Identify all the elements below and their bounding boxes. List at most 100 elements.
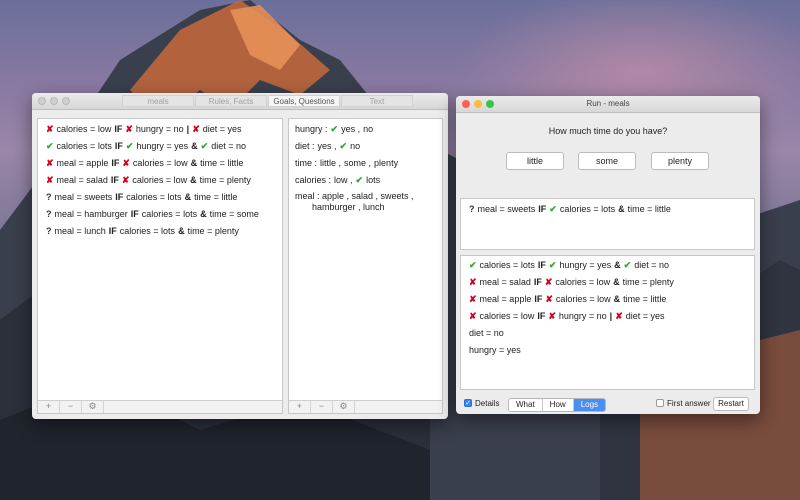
rule-term: diet : <box>295 141 315 151</box>
rule-keyword: & <box>184 192 192 202</box>
fact-row[interactable]: diet : yes , ✔ no <box>289 138 442 155</box>
rule-term: calories = low <box>56 124 112 134</box>
checkmark-icon: ✔ <box>355 175 364 185</box>
log-pane[interactable]: ✔ calories = lots IF ✔ hungry = yes & ✔ diet = … <box>460 255 755 390</box>
segment-what[interactable]: What <box>509 399 543 411</box>
add-rule-button[interactable]: + <box>38 401 60 413</box>
run-window-title: Run - meals <box>586 99 630 108</box>
log-row[interactable]: ✘ meal = apple IF ✘ calories = low & time = li… <box>461 291 754 308</box>
rule-term: time = plenty <box>622 277 674 287</box>
fact-meal-line2: hamburger , lunch <box>312 202 385 212</box>
rule-keyword: & <box>190 175 197 185</box>
remove-fact-button[interactable]: − <box>311 401 333 413</box>
details-label: Details <box>475 399 500 408</box>
details-checkbox[interactable]: ✓ <box>464 399 472 407</box>
question-icon: ? <box>46 226 52 236</box>
log-row[interactable]: ✘ calories = low IF ✘ hungry = no | ✘ diet = ye… <box>461 308 754 325</box>
rule-term: meal = hamburger <box>54 209 128 219</box>
rule-keyword: & <box>190 158 198 168</box>
first-answer-checkbox[interactable] <box>656 399 664 407</box>
rule-term: hungry : <box>295 124 328 134</box>
rule-term: time = plenty <box>187 226 239 236</box>
checkmark-icon: ✔ <box>469 260 477 270</box>
rule-keyword: IF <box>537 311 546 321</box>
facts-pane[interactable]: hungry : ✔ yes , no diet : yes , ✔ no time : litt… <box>288 118 443 414</box>
cross-icon: ✘ <box>469 277 477 287</box>
answer-some-button[interactable]: some <box>578 152 636 170</box>
log-list: ✔ calories = lots IF ✔ hungry = yes & ✔ diet = … <box>461 256 754 359</box>
rule-row[interactable]: ✘ meal = apple IF ✘ calories = low & time = li… <box>38 155 282 172</box>
rule-term: hungry = no <box>135 124 184 134</box>
fact-meal-line1: meal : apple , salad , sweets , <box>295 191 414 201</box>
main-titlebar: meals Rules, Facts Goals, Questions Text <box>32 93 448 110</box>
answer-plenty-button[interactable]: plenty <box>651 152 709 170</box>
rule-term: calories = lots <box>479 260 535 270</box>
rule-settings-gear-icon[interactable]: ⚙ <box>82 401 104 413</box>
rule-keyword: IF <box>538 204 547 214</box>
checkmark-icon: ✔ <box>339 141 348 151</box>
current-rule-row[interactable]: ? meal = sweets IF ✔ calories = lots & time = … <box>461 201 754 218</box>
question-icon: ? <box>46 192 52 202</box>
rule-term: diet = no <box>634 260 669 270</box>
fact-settings-gear-icon[interactable]: ⚙ <box>333 401 355 413</box>
facts-list: hungry : ✔ yes , no diet : yes , ✔ no time : litt… <box>289 119 442 189</box>
rule-row[interactable]: ✘ calories = low IF ✘ hungry = no | ✘ diet = ye… <box>38 121 282 138</box>
log-row[interactable]: ✔ calories = lots IF ✔ hungry = yes & ✔ diet = … <box>461 257 754 274</box>
question-icon: ? <box>469 204 475 214</box>
log-row[interactable]: diet = no <box>461 325 754 342</box>
rule-term: time = little <box>194 192 238 202</box>
cross-icon: ✘ <box>192 124 200 134</box>
rules-pane[interactable]: ✘ calories = low IF ✘ hungry = no | ✘ diet = ye… <box>37 118 283 414</box>
rule-term: calories = low <box>479 311 535 321</box>
rule-keyword: IF <box>108 226 117 236</box>
remove-rule-button[interactable]: − <box>60 401 82 413</box>
rule-term: meal = apple <box>56 158 109 168</box>
current-rule-pane[interactable]: ? meal = sweets IF ✔ calories = lots & time = … <box>460 198 755 250</box>
log-row[interactable]: hungry = yes <box>461 342 754 359</box>
rule-term: yes , <box>341 124 361 134</box>
rule-row[interactable]: ✔ calories = lots IF ✔ hungry = yes & ✔ diet = … <box>38 138 282 155</box>
rule-keyword: IF <box>130 209 139 219</box>
rule-term: time = some <box>209 209 259 219</box>
fact-row[interactable]: time : little , some , plenty <box>289 155 442 172</box>
rule-term: diet = no <box>211 141 246 151</box>
tab-text[interactable]: Text <box>341 95 413 107</box>
tab-goals-questions[interactable]: Goals, Questions <box>268 95 340 107</box>
rule-row[interactable]: ? meal = sweets IF calories = lots & time = l… <box>38 189 282 206</box>
rule-row[interactable]: ? meal = hamburger IF calories = lots & time … <box>38 206 282 223</box>
rule-term: calories = low <box>132 158 188 168</box>
rule-term: hungry = yes <box>469 345 521 355</box>
rule-row[interactable]: ✘ meal = salad IF ✘ calories = low & time = pl… <box>38 172 282 189</box>
fact-row[interactable]: hungry : ✔ yes , no <box>289 121 442 138</box>
close-button[interactable] <box>38 97 46 105</box>
main-window: meals Rules, Facts Goals, Questions Text… <box>32 93 448 419</box>
run-window: Run - meals How much time do you have? l… <box>456 96 760 414</box>
segment-logs[interactable]: Logs <box>573 399 606 411</box>
zoom-button[interactable] <box>62 97 70 105</box>
tab-rules-facts[interactable]: Rules, Facts <box>195 95 267 107</box>
tab-meals[interactable]: meals <box>122 95 194 107</box>
fact-row[interactable]: calories : low , ✔ lots <box>289 172 442 189</box>
rule-term: calories = lots <box>119 226 176 236</box>
cross-icon: ✘ <box>545 294 553 304</box>
cross-icon: ✘ <box>469 311 477 321</box>
rule-term: no <box>363 124 374 134</box>
rule-keyword: IF <box>114 141 123 151</box>
checkmark-icon: ✔ <box>200 141 209 151</box>
rule-term: time = plenty <box>199 175 251 185</box>
answer-little-button[interactable]: little <box>506 152 564 170</box>
checkmark-icon: ✔ <box>549 204 557 214</box>
segment-how[interactable]: How <box>542 399 574 411</box>
first-answer-label: First answer <box>667 399 711 408</box>
rule-keyword: IF <box>110 175 119 185</box>
rule-keyword: & <box>613 294 621 304</box>
rule-keyword: IF <box>115 192 124 202</box>
fact-meal[interactable]: meal : apple , salad , sweets , hamburge… <box>289 191 442 213</box>
log-row[interactable]: ✘ meal = salad IF ✘ calories = low & time = pl… <box>461 274 754 291</box>
restart-button[interactable]: Restart <box>713 397 749 411</box>
minimize-button[interactable] <box>50 97 58 105</box>
rule-row[interactable]: ? meal = lunch IF calories = lots & time = pl… <box>38 223 282 240</box>
rule-term: calories = low <box>132 175 188 185</box>
rule-term: meal = salad <box>479 277 531 287</box>
add-fact-button[interactable]: + <box>289 401 311 413</box>
